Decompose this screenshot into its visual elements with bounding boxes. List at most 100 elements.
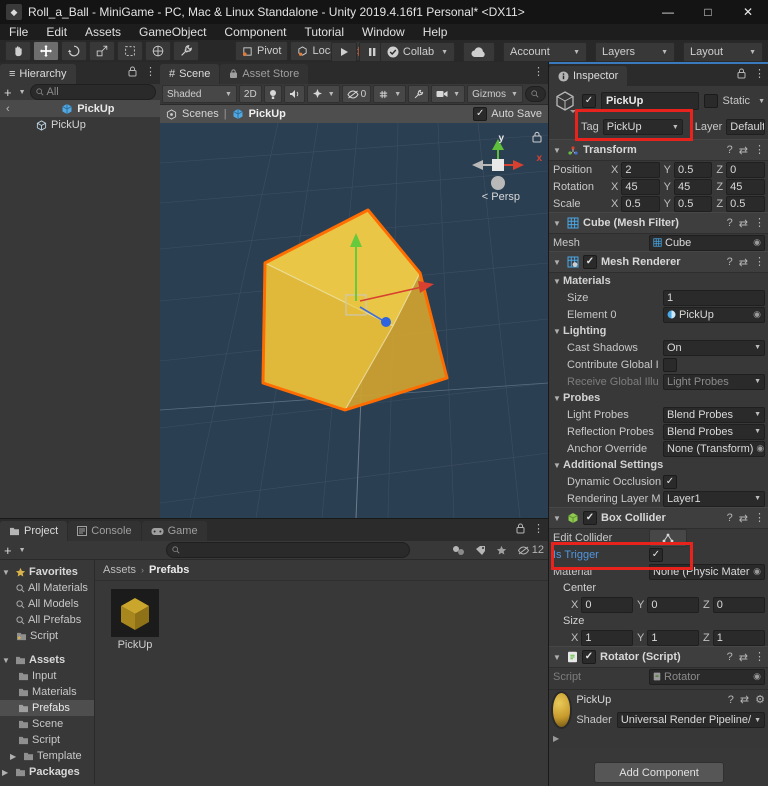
box-collider-header[interactable]: ▼ Box Collider ?⇄⋮ xyxy=(549,507,768,529)
presets-icon[interactable]: ⇄ xyxy=(739,217,748,230)
scene-camera-dropdown[interactable]: ▼ xyxy=(431,85,466,103)
create-button[interactable]: + xyxy=(4,543,12,558)
prefab-header-row[interactable]: ‹ PickUp xyxy=(0,100,160,117)
probes-foldout[interactable]: ▼ Probes xyxy=(549,390,768,406)
reflection-probes-dropdown[interactable]: Blend Probes ▼ xyxy=(663,423,765,440)
presets-icon[interactable]: ⇄ xyxy=(739,512,748,525)
center-x-field[interactable]: 0 xyxy=(581,596,633,613)
object-picker-icon[interactable]: ◉ xyxy=(756,443,764,454)
rotation-z-field[interactable]: 45 xyxy=(726,178,766,195)
mesh-filter-header[interactable]: ▼ Cube (Mesh Filter) ? ⇄ ⋮ xyxy=(549,212,768,234)
audio-toggle-icon[interactable] xyxy=(283,85,305,103)
object-picker-icon[interactable]: ◉ xyxy=(753,237,761,248)
lighting-foldout[interactable]: ▼ Lighting xyxy=(549,323,768,339)
move-tool-icon[interactable] xyxy=(33,41,59,61)
maximize-button[interactable]: □ xyxy=(688,0,728,24)
materials-size-field[interactable]: 1 xyxy=(663,289,765,306)
draw-mode-dropdown[interactable]: Shaded ▼ xyxy=(162,85,237,103)
add-component-button[interactable]: Add Component xyxy=(594,762,724,783)
hierarchy-item-pickup[interactable]: PickUp xyxy=(0,117,160,133)
additional-settings-foldout[interactable]: ▼ Additional Settings xyxy=(549,457,768,473)
object-picker-icon[interactable]: ◉ xyxy=(753,309,761,320)
gear-icon[interactable]: ⚙ xyxy=(755,693,765,706)
scene-tools-icon[interactable] xyxy=(408,85,430,103)
tab-inspector[interactable]: Inspector xyxy=(549,66,628,86)
play-button[interactable] xyxy=(331,42,357,62)
tree-favorites[interactable]: ▼ Favorites xyxy=(0,564,94,580)
menu-help[interactable]: Help xyxy=(414,25,457,39)
rotation-y-field[interactable]: 45 xyxy=(674,178,713,195)
hierarchy-search[interactable]: All xyxy=(29,84,156,100)
help-icon[interactable]: ? xyxy=(727,651,733,663)
project-search[interactable] xyxy=(165,542,410,558)
rendering-layer-dropdown[interactable]: Layer1 ▼ xyxy=(663,490,765,507)
active-checkbox[interactable] xyxy=(582,94,596,108)
search-by-label-icon[interactable] xyxy=(475,545,486,556)
scene-search[interactable] xyxy=(524,86,546,102)
presets-icon[interactable]: ⇄ xyxy=(740,693,749,706)
component-menu-icon[interactable]: ⋮ xyxy=(754,144,765,156)
component-menu-icon[interactable]: ⋮ xyxy=(754,512,765,524)
create-dropdown-icon[interactable]: ▼ xyxy=(19,89,26,96)
tree-prefabs[interactable]: Prefabs xyxy=(0,700,94,716)
minimize-button[interactable]: — xyxy=(648,0,688,24)
help-icon[interactable]: ? xyxy=(727,144,733,156)
menu-tutorial[interactable]: Tutorial xyxy=(295,25,353,39)
mesh-renderer-checkbox[interactable] xyxy=(583,255,597,269)
cloud-button[interactable] xyxy=(463,42,495,62)
tab-game[interactable]: Game xyxy=(141,521,207,541)
create-button[interactable]: + xyxy=(4,85,12,100)
favorites-star-icon[interactable] xyxy=(496,545,507,556)
tree-assets[interactable]: ▼ Assets xyxy=(0,652,94,668)
physic-material-field[interactable]: None (Physic Mater ◉ xyxy=(649,563,765,580)
lighting-toggle-icon[interactable] xyxy=(263,85,282,103)
center-y-field[interactable]: 0 xyxy=(647,596,699,613)
menu-assets[interactable]: Assets xyxy=(76,25,130,39)
hand-tool-icon[interactable] xyxy=(5,41,31,61)
position-y-field[interactable]: 0.5 xyxy=(674,161,713,178)
shader-dropdown[interactable]: Universal Render Pipeline/▼ xyxy=(616,712,765,728)
component-menu-icon[interactable]: ⋮ xyxy=(754,256,765,268)
help-icon[interactable]: ? xyxy=(727,217,733,229)
tree-scene[interactable]: Scene xyxy=(0,716,94,732)
layout-dropdown[interactable]: Layout ▼ xyxy=(683,42,763,62)
presets-icon[interactable]: ⇄ xyxy=(739,256,748,269)
asset-item-pickup[interactable]: PickUp xyxy=(105,589,165,651)
hidden-count-icon[interactable] xyxy=(517,545,530,555)
prefab-back-icon[interactable]: ‹ xyxy=(0,103,16,115)
gizmos-dropdown[interactable]: Gizmos ▼ xyxy=(467,85,523,103)
breadcrumb-scenes[interactable]: Scenes xyxy=(182,108,219,120)
scene-viewport[interactable]: y x < Persp xyxy=(160,123,548,518)
tag-dropdown[interactable]: PickUp ▼ xyxy=(602,119,683,135)
breadcrumb-assets[interactable]: Assets xyxy=(103,564,136,576)
rotator-header[interactable]: ▼ Rotator (Script) ?⇄⋮ xyxy=(549,646,768,668)
tab-console[interactable]: Console xyxy=(68,521,141,541)
cast-shadows-dropdown[interactable]: On ▼ xyxy=(663,339,765,356)
rotation-x-field[interactable]: 45 xyxy=(621,178,660,195)
tree-all-models[interactable]: All Models xyxy=(0,596,94,612)
material-element-field[interactable]: PickUp ◉ xyxy=(663,306,765,323)
center-z-field[interactable]: 0 xyxy=(712,596,765,613)
create-dropdown-icon[interactable]: ▼ xyxy=(19,547,26,554)
scene-visibility-icon[interactable]: 0 xyxy=(341,85,372,103)
account-dropdown[interactable]: Account ▼ xyxy=(503,42,587,62)
menu-edit[interactable]: Edit xyxy=(37,25,76,39)
scale-z-field[interactable]: 0.5 xyxy=(726,195,766,212)
tab-hierarchy[interactable]: ≡ Hierarchy xyxy=(0,64,76,84)
mesh-field[interactable]: Cube ◉ xyxy=(649,234,765,251)
persp-label[interactable]: < Persp xyxy=(482,191,520,203)
tree-all-materials[interactable]: All Materials xyxy=(0,580,94,596)
material-sphere-thumbnail[interactable] xyxy=(553,693,571,727)
tree-materials[interactable]: Materials xyxy=(0,684,94,700)
mesh-renderer-header[interactable]: ▼ Mesh Renderer ?⇄⋮ xyxy=(549,251,768,273)
custom-tool-icon[interactable] xyxy=(173,41,199,61)
presets-icon[interactable]: ⇄ xyxy=(739,651,748,664)
help-icon[interactable]: ? xyxy=(727,512,733,524)
object-picker-icon[interactable]: ◉ xyxy=(753,566,761,577)
size-x-field[interactable]: 1 xyxy=(581,629,633,646)
tree-packages[interactable]: ▶ Packages xyxy=(0,764,94,780)
layers-dropdown[interactable]: Layers ▼ xyxy=(595,42,675,62)
help-icon[interactable]: ? xyxy=(727,256,733,268)
scale-x-field[interactable]: 0.5 xyxy=(621,195,660,212)
orientation-gizmo[interactable] xyxy=(466,137,530,195)
